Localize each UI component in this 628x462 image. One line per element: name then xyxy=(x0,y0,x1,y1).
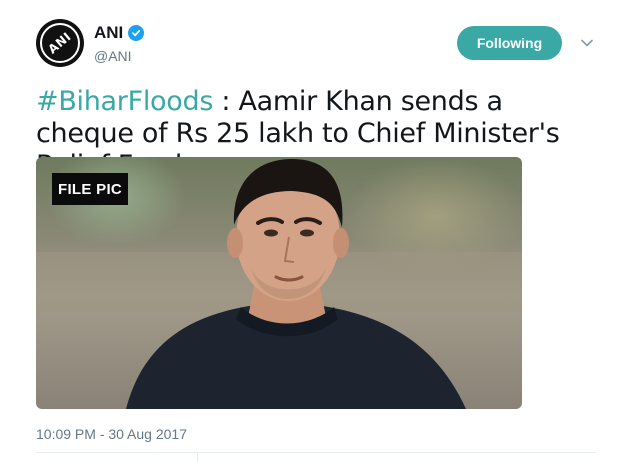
avatar-logo: ANI xyxy=(40,23,80,63)
following-button[interactable]: Following xyxy=(457,26,562,60)
tweet-card: ANI ANI @ANI Following #BiharFloods : Aa… xyxy=(0,0,628,462)
tweet-timestamp[interactable]: 10:09 PM - 30 Aug 2017 xyxy=(36,426,187,442)
verified-badge-icon xyxy=(128,25,145,41)
chevron-down-icon[interactable] xyxy=(580,36,594,50)
divider-tick xyxy=(197,452,198,462)
divider xyxy=(36,452,596,453)
avatar[interactable]: ANI xyxy=(36,19,84,67)
author-handle[interactable]: @ANI xyxy=(94,48,132,64)
author-name-row[interactable]: ANI xyxy=(94,23,145,43)
author-name[interactable]: ANI xyxy=(94,23,123,43)
hashtag-link[interactable]: #BiharFloods xyxy=(36,86,213,117)
avatar-logo-text: ANI xyxy=(45,29,75,57)
file-pic-label: FILE PIC xyxy=(52,173,129,205)
tweet-photo[interactable]: FILE PIC xyxy=(36,157,522,409)
